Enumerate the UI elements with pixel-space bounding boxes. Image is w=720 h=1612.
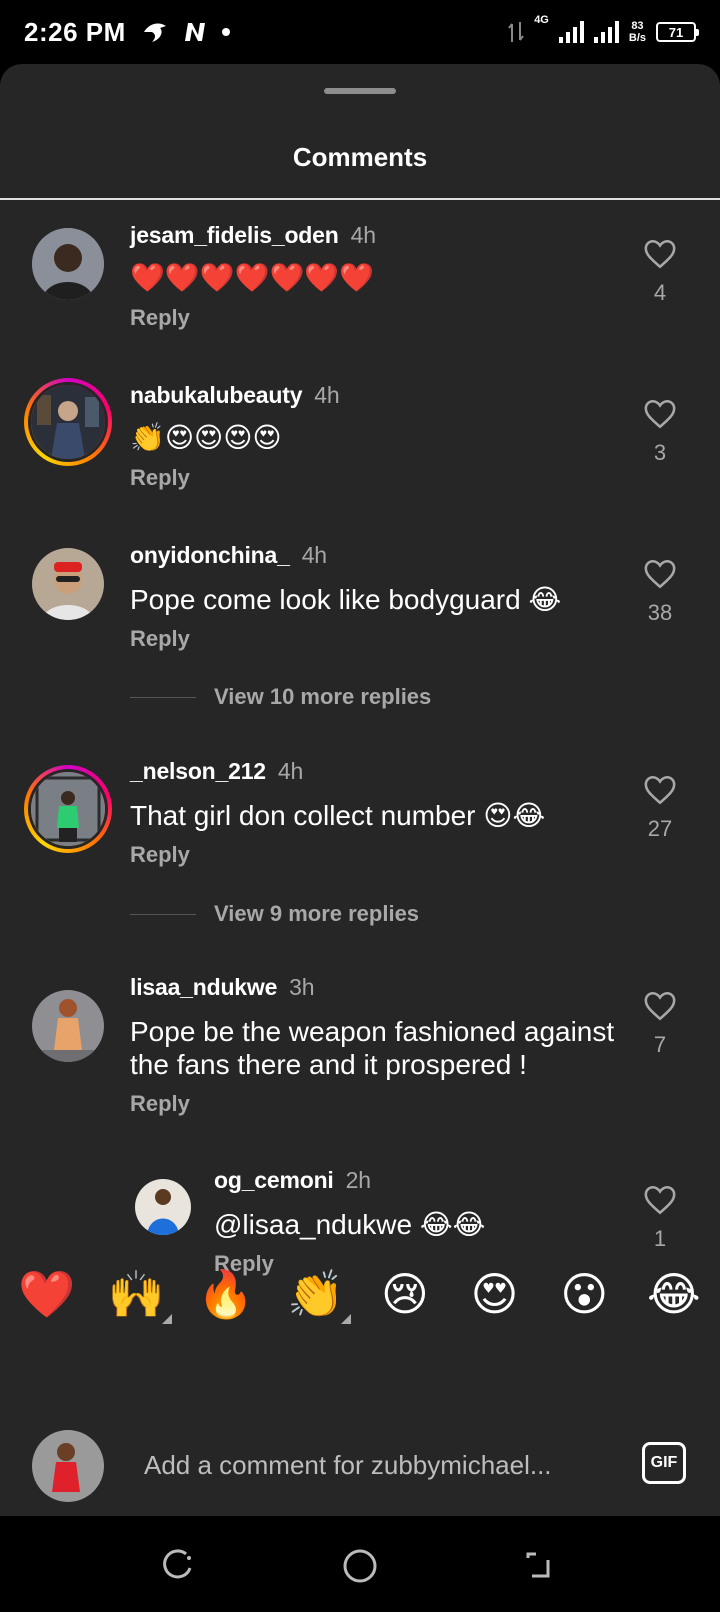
n-app-icon [184, 23, 205, 41]
reply-button[interactable]: Reply [130, 1091, 190, 1117]
comment-time: 2h [345, 1167, 371, 1193]
notification-dot-icon [221, 28, 230, 36]
gif-button[interactable]: GIF [642, 1442, 686, 1484]
back-icon[interactable] [522, 1548, 556, 1582]
comment-composer: Add a comment for zubbymichael... GIF [0, 1430, 720, 1516]
skin-tone-indicator-icon [161, 1314, 172, 1324]
comment-username[interactable]: nabukalubeauty [130, 382, 302, 408]
status-time: 2:26 PM [24, 16, 126, 47]
avatar[interactable] [32, 548, 104, 620]
comment-text: ❤️❤️❤️❤️❤️❤️❤️ [130, 262, 375, 293]
network-type: 4G [534, 14, 549, 26]
like-count: 27 [647, 816, 673, 841]
heart-icon[interactable] [643, 1184, 677, 1216]
battery-icon: 71 [656, 22, 699, 42]
reaction-heart-button[interactable]: ❤️ [18, 1266, 75, 1322]
reaction-raised-hands-button[interactable]: 🙌 [108, 1266, 172, 1324]
thread-line [130, 696, 196, 698]
heart-icon[interactable] [643, 774, 677, 806]
recent-apps-icon[interactable] [162, 1548, 196, 1582]
heart-icon[interactable] [643, 558, 677, 590]
reply-button[interactable]: Reply [130, 465, 190, 491]
comment-time: 4h [350, 222, 376, 248]
comment-input[interactable]: Add a comment for zubbymichael... [144, 1450, 552, 1481]
reply-button[interactable]: Reply [130, 305, 190, 331]
skin-tone-indicator-icon [341, 1314, 352, 1324]
signal-icon-2 [593, 21, 619, 43]
reply-button[interactable]: Reply [130, 842, 190, 868]
like-count: 7 [653, 1032, 667, 1057]
home-icon[interactable] [342, 1548, 378, 1584]
drag-handle[interactable] [324, 88, 396, 94]
view-more-replies-button[interactable]: View 10 more replies [130, 684, 431, 710]
comment-text: 👏😍😍😍😍 [130, 422, 282, 453]
comment-username[interactable]: lisaa_ndukwe [130, 974, 277, 1000]
reaction-heart-eyes-button[interactable]: 😍 [467, 1266, 523, 1322]
avatar[interactable] [32, 990, 104, 1062]
quick-reactions-bar: ❤️ 🙌 🔥 👏 😢 😍 😮 😂 [0, 1266, 720, 1324]
comment-time: 4h [314, 382, 340, 408]
system-nav-bar [0, 1516, 720, 1612]
avatar[interactable] [24, 765, 112, 853]
heart-icon[interactable] [643, 990, 677, 1022]
comment-text-line-1: Pope be the weapon fashioned against [130, 1016, 615, 1047]
reaction-surprised-button[interactable]: 😮 [556, 1266, 612, 1322]
view-more-replies-label: View 10 more replies [214, 684, 432, 709]
reaction-laughing-button[interactable]: 😂 [646, 1266, 702, 1322]
reaction-fire-button[interactable]: 🔥 [197, 1266, 254, 1322]
my-avatar [32, 1430, 104, 1502]
view-more-replies-button[interactable]: View 9 more replies [130, 901, 419, 927]
like-count: 3 [653, 440, 667, 465]
sheet-title: Comments [292, 142, 428, 172]
like-count: 38 [647, 600, 673, 625]
comment-text-line-2: the fans there and it prospered ! [130, 1049, 527, 1080]
bird-app-icon [143, 23, 166, 42]
data-transfer-icon [508, 22, 524, 42]
view-more-replies-label: View 9 more replies [214, 901, 420, 926]
comment-username[interactable]: onyidonchina_ [130, 542, 290, 568]
thread-line [130, 913, 196, 915]
like-count: 4 [653, 280, 667, 305]
reaction-crying-button[interactable]: 😢 [377, 1266, 433, 1322]
network-speed: 83 B/s [628, 20, 646, 44]
reply-button[interactable]: Reply [130, 626, 190, 652]
comment-username[interactable]: og_cemoni [214, 1167, 334, 1193]
heart-icon[interactable] [643, 398, 677, 430]
comment-time: 4h [277, 758, 304, 784]
like-count: 1 [653, 1226, 667, 1251]
comment-username[interactable]: _nelson_212 [130, 758, 266, 784]
comment-text: That girl don collect number 😍😂 [130, 800, 546, 831]
avatar[interactable] [24, 378, 112, 466]
status-bar: 2:26 PM 4G 83 B/s 71 [0, 0, 720, 64]
divider [0, 198, 720, 200]
avatar[interactable] [32, 228, 104, 300]
comment-time: 4h [301, 542, 327, 568]
heart-icon[interactable] [643, 238, 677, 270]
comment-time: 3h [289, 974, 315, 1000]
comment-username[interactable]: jesam_fidelis_oden [130, 222, 339, 248]
comment-text: Pope come look like bodyguard 😂 [130, 584, 562, 615]
comment-text: @lisaa_ndukwe 😂😂 [214, 1209, 486, 1240]
reaction-clap-button[interactable]: 👏 [287, 1266, 352, 1324]
signal-icon [558, 21, 584, 43]
avatar[interactable] [135, 1179, 191, 1235]
